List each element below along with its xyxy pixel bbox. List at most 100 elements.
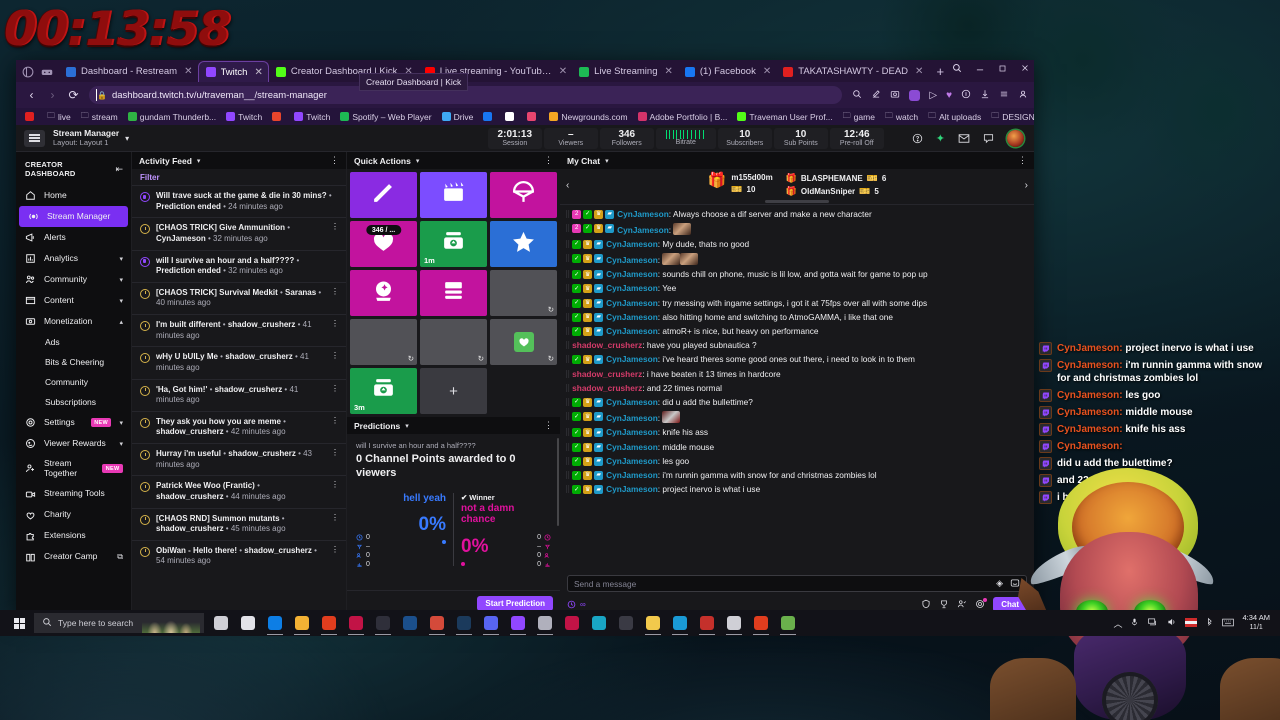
network-icon[interactable] (1147, 617, 1158, 629)
activity-item[interactable]: 'Ha, Got him!' • shadow_crusherz • 41 mi… (132, 378, 346, 411)
sidebar-subitem-subscriptions[interactable]: Subscriptions (16, 392, 131, 412)
bookmark-12[interactable]: Newgrounds.com (544, 112, 632, 122)
keyboard-layout-icon[interactable] (1185, 617, 1198, 629)
prediction-outcome-right[interactable]: ✔ Winner not a damn chance 0% (453, 492, 549, 566)
chat-message-input[interactable]: Send a message ◈ (567, 575, 1027, 592)
tab-close-icon[interactable]: ✕ (763, 66, 771, 77)
chat-username[interactable]: shadow_crusherz (572, 369, 642, 379)
taskbar-app-hideout-app[interactable] (748, 610, 774, 636)
taskbar-app-opera-gx[interactable] (343, 610, 369, 636)
tab-close-icon[interactable]: ✕ (184, 66, 192, 77)
activity-filter-button[interactable]: Filter (132, 169, 346, 185)
tab-close-icon[interactable]: ✕ (664, 66, 672, 77)
bookmark-5[interactable] (267, 112, 289, 121)
taskbar-app-firefox-dev[interactable] (667, 610, 693, 636)
prediction-outcome-left[interactable]: hell yeah 0% (358, 493, 453, 566)
taskbar-app-brave-browser[interactable] (316, 610, 342, 636)
chat-username[interactable]: CynJameson (606, 470, 658, 480)
activity-item[interactable]: I'm built different • shadow_crusherz • … (132, 314, 346, 346)
mail-icon[interactable] (958, 133, 970, 144)
taskbar-app-skype[interactable] (559, 610, 585, 636)
activity-item-menu-icon[interactable]: ⋮ (331, 320, 339, 328)
activity-item-menu-icon[interactable]: ⋮ (331, 545, 339, 553)
forward-button[interactable]: › (43, 86, 62, 105)
refresh-icon[interactable]: ↻ (548, 305, 554, 314)
volume-icon[interactable] (1166, 617, 1177, 629)
browser-menu-icon[interactable] (999, 89, 1009, 102)
chat-username[interactable]: CynJameson (617, 225, 669, 235)
sidebar-subitem-ads[interactable]: Ads (16, 332, 131, 352)
activity-item[interactable]: Hurray i'm useful • shadow_crusherz • 43… (132, 443, 346, 475)
sidebar-item-creator-camp[interactable]: Creator Camp ⧉ (16, 547, 131, 568)
sidebar-item-settings[interactable]: Settings NEW ▾ (16, 412, 131, 433)
sidebar-item-analytics[interactable]: Analytics ▾ (16, 248, 131, 269)
chat-username[interactable]: shadow_crusherz (572, 383, 642, 393)
heart-icon[interactable]: ♥ (946, 90, 952, 101)
reward-group[interactable]: 🎁 m155d00m 🎫 10 (708, 173, 773, 197)
sidebar-collapse-icon[interactable]: ⇤ (115, 164, 123, 175)
sidebar-item-stream-manager[interactable]: Stream Manager (19, 206, 128, 227)
browser-tab-1[interactable]: Twitch ✕ (197, 61, 269, 82)
sparkle-icon[interactable]: ✦ (936, 132, 945, 145)
taskbar-clock[interactable]: 4:34 AM 11/1 (1242, 614, 1270, 631)
taskbar-app-stalker-game[interactable] (694, 610, 720, 636)
chevron-icon[interactable]: ▾ (119, 276, 123, 284)
activity-item-menu-icon[interactable]: ⋮ (331, 481, 339, 489)
taskbar-app-twitch-studio[interactable] (505, 610, 531, 636)
chat-username[interactable]: CynJameson (606, 397, 658, 407)
panel-menu-icon[interactable]: ⋮ (544, 420, 553, 430)
sidebar-item-viewer-rewards[interactable]: Viewer Rewards ▾ (16, 433, 131, 454)
taskbar-app-task-view[interactable] (208, 610, 234, 636)
bookmark-17[interactable]: 🗀 Alt uploads (923, 110, 986, 124)
tab-groups-icon[interactable] (41, 65, 53, 77)
bits-icon[interactable]: ◈ (996, 578, 1003, 590)
quick-action-create-highlight[interactable] (490, 221, 557, 267)
activity-item[interactable]: [CHAOS TRICK] Survival Medkit • Saranas … (132, 281, 346, 314)
bookmark-16[interactable]: 🗀 watch (880, 110, 923, 124)
taskbar-app-mod-organizer[interactable] (775, 610, 801, 636)
refresh-icon[interactable]: ↻ (478, 354, 484, 363)
browser-tab-4[interactable]: Live Streaming ✕ (572, 61, 678, 82)
bookmark-8[interactable]: Drive (437, 112, 479, 122)
panel-menu-icon[interactable]: ⋮ (1018, 155, 1027, 165)
taskbar-app-krita[interactable] (586, 610, 612, 636)
activity-item[interactable]: wHy U bUlLy Me • shadow_crusherz • 41 mi… (132, 346, 346, 378)
trophy-icon[interactable] (939, 599, 949, 611)
chat-username[interactable]: CynJameson (606, 354, 658, 364)
quick-action-raid-channel[interactable] (490, 172, 557, 218)
chat-username[interactable]: CynJameson (606, 413, 658, 423)
shield-icon[interactable] (921, 599, 931, 611)
avatar[interactable] (1007, 129, 1024, 147)
chevron-down-icon[interactable]: ▾ (605, 157, 609, 165)
activity-item[interactable]: Patrick Wee Woo (Frantic) • shadow_crush… (132, 475, 346, 507)
sidebar-subitem-bits-cheering[interactable]: Bits & Cheering (16, 352, 131, 372)
bookmark-0[interactable] (20, 112, 42, 121)
quick-action-run-ad-3m[interactable]: 3m (350, 368, 417, 414)
layout-chevron-down-icon[interactable]: ▾ (125, 134, 129, 143)
bookmark-2[interactable]: 🗀 stream (76, 110, 123, 124)
activity-item-menu-icon[interactable]: ⋮ (331, 287, 339, 295)
bookmark-4[interactable]: Twitch (221, 112, 267, 122)
taskbar-app-steam[interactable] (451, 610, 477, 636)
bluetooth-icon[interactable] (1205, 617, 1214, 629)
taskbar-app-media-player[interactable] (532, 610, 558, 636)
quick-action-empty-slot-1[interactable]: ↻ (490, 270, 557, 316)
layout-menu-button[interactable] (24, 129, 45, 147)
sidebar-subitem-community[interactable]: Community (16, 372, 131, 392)
mic-icon[interactable] (1130, 617, 1139, 629)
rewards-next-arrow[interactable]: › (1025, 180, 1028, 191)
minimize-button[interactable] (975, 63, 985, 76)
refresh-icon[interactable]: ↻ (548, 354, 554, 363)
quick-action-empty-slot-2[interactable]: ↻ (350, 319, 417, 365)
quick-action-run-clip[interactable] (420, 172, 487, 218)
activity-item-menu-icon[interactable]: ⋮ (331, 416, 339, 424)
taskbar-app-discord[interactable] (478, 610, 504, 636)
start-prediction-button[interactable]: Start Prediction (477, 596, 553, 611)
chat-settings-gear-icon[interactable] (975, 597, 988, 611)
external-link-icon[interactable]: ⧉ (117, 552, 123, 562)
sidebar-item-content[interactable]: Content ▾ (16, 290, 131, 311)
chat-username[interactable]: CynJameson (617, 209, 669, 219)
chevron-down-icon[interactable]: ▾ (405, 422, 409, 430)
close-button[interactable] (1020, 63, 1030, 76)
taskbar-app-photoshop[interactable] (397, 610, 423, 636)
